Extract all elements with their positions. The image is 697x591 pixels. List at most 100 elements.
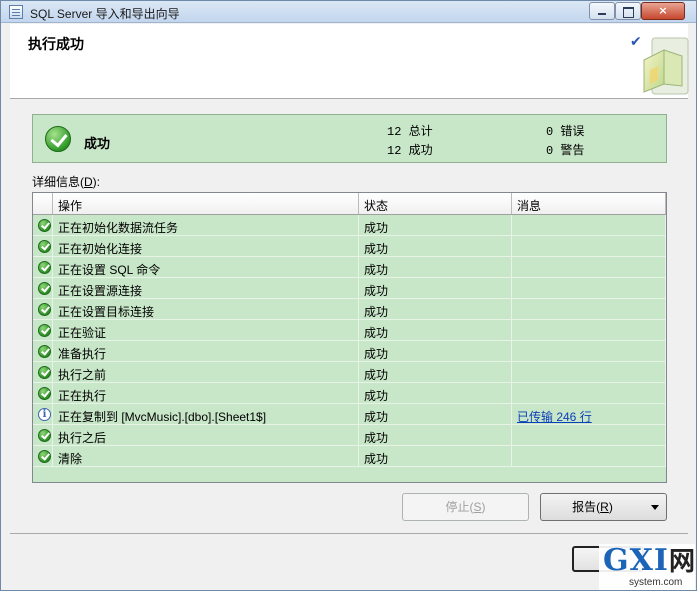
table-row[interactable]: 正在设置目标连接 成功: [33, 299, 666, 320]
row-icon-cell: [33, 446, 53, 467]
row-action: 正在初始化连接: [53, 236, 359, 257]
row-icon-cell: [33, 341, 53, 362]
success-icon: [38, 450, 51, 463]
row-status: 成功: [359, 425, 512, 446]
row-action: 正在执行: [53, 383, 359, 404]
footer-divider: [10, 533, 688, 534]
column-header-message[interactable]: 消息: [512, 193, 666, 214]
row-message: [512, 299, 666, 320]
row-status: 成功: [359, 341, 512, 362]
row-action: 正在设置源连接: [53, 278, 359, 299]
row-status: 成功: [359, 215, 512, 236]
row-action: 正在初始化数据流任务: [53, 215, 359, 236]
page-title: 执行成功: [28, 36, 84, 52]
error-count: 0 错误: [546, 125, 585, 139]
details-label: 详细信息(D):: [32, 175, 101, 189]
column-header-status[interactable]: 状态: [359, 193, 512, 214]
success-icon: [38, 240, 51, 253]
row-icon-cell: [33, 425, 53, 446]
success-icon: [38, 366, 51, 379]
row-icon-cell: [33, 362, 53, 383]
success-icon: [38, 261, 51, 274]
row-status: 成功: [359, 362, 512, 383]
table-row[interactable]: 清除 成功: [33, 446, 666, 467]
success-icon: [38, 303, 51, 316]
table-row[interactable]: i 正在复制到 [MvcMusic].[dbo].[Sheet1$] 成功 已传输 2…: [33, 404, 666, 425]
title-bar[interactable]: SQL Server 导入和导出向导 ×: [1, 1, 696, 23]
row-action: 正在设置目标连接: [53, 299, 359, 320]
row-icon-cell: i: [33, 404, 53, 425]
row-message: [512, 215, 666, 236]
row-message: [512, 257, 666, 278]
watermark-text: GXI网: [603, 543, 696, 578]
app-icon: [9, 5, 23, 19]
summary-status: 成功: [84, 136, 111, 151]
row-message: [512, 425, 666, 446]
success-large-icon: [45, 126, 71, 152]
row-message: [512, 320, 666, 341]
row-status: 成功: [359, 383, 512, 404]
table-row[interactable]: 正在设置源连接 成功: [33, 278, 666, 299]
summary-panel: 成功 12 总计 12 成功 0 错误 0 警告: [32, 114, 667, 163]
total-count: 12 总计: [387, 125, 433, 139]
dropdown-arrow-icon: [651, 505, 659, 510]
row-status: 成功: [359, 278, 512, 299]
row-action: 正在复制到 [MvcMusic].[dbo].[Sheet1$]: [53, 404, 359, 425]
row-message: [512, 362, 666, 383]
wizard-graphic-icon: [643, 37, 689, 95]
row-message: [512, 446, 666, 467]
table-row[interactable]: 执行之前 成功: [33, 362, 666, 383]
row-icon-cell: [33, 215, 53, 236]
table-row[interactable]: 正在执行 成功: [33, 383, 666, 404]
table-row[interactable]: 正在验证 成功: [33, 320, 666, 341]
success-icon: [38, 219, 51, 232]
wizard-header: 执行成功 ✔: [10, 24, 689, 99]
table-header: 操作 状态 消息: [33, 193, 666, 215]
success-count: 12 成功: [387, 144, 433, 158]
report-dropdown-button[interactable]: 报告(R): [540, 493, 667, 521]
maximize-button[interactable]: [615, 2, 641, 20]
warning-count: 0 警告: [546, 144, 585, 158]
row-status: 成功: [359, 446, 512, 467]
stop-button[interactable]: 停止(S): [402, 493, 529, 521]
success-icon: [38, 324, 51, 337]
table-row[interactable]: 执行之后 成功: [33, 425, 666, 446]
row-icon-cell: [33, 320, 53, 341]
row-status: 成功: [359, 257, 512, 278]
table-row[interactable]: 正在初始化连接 成功: [33, 236, 666, 257]
watermark-subtext: system.com: [629, 577, 683, 588]
row-message: [512, 236, 666, 257]
row-message: [512, 278, 666, 299]
row-message: [512, 383, 666, 404]
row-message[interactable]: 已传输 246 行: [512, 404, 666, 425]
maximize-icon: [616, 4, 640, 18]
row-action: 正在设置 SQL 命令: [53, 257, 359, 278]
row-action: 清除: [53, 446, 359, 467]
row-icon-cell: [33, 383, 53, 404]
close-icon: ×: [658, 4, 668, 17]
row-icon-cell: [33, 299, 53, 320]
close-window-button[interactable]: ×: [641, 2, 685, 20]
row-status: 成功: [359, 236, 512, 257]
minimize-icon: [590, 4, 614, 15]
rows-transferred-link[interactable]: 已传输 246 行: [517, 410, 592, 424]
success-icon: [38, 429, 51, 442]
table-row[interactable]: 准备执行 成功: [33, 341, 666, 362]
success-icon: [38, 387, 51, 400]
table-row[interactable]: 正在设置 SQL 命令 成功: [33, 257, 666, 278]
column-header-action[interactable]: 操作: [53, 193, 359, 214]
wizard-window: SQL Server 导入和导出向导 × 执行成功 ✔ 成功 12 总计 12 …: [0, 0, 697, 591]
minimize-button[interactable]: [589, 2, 615, 20]
row-message: [512, 341, 666, 362]
table-row[interactable]: 正在初始化数据流任务 成功: [33, 215, 666, 236]
row-action: 准备执行: [53, 341, 359, 362]
row-icon-cell: [33, 257, 53, 278]
watermark-logo: GXI网 system.com: [599, 544, 695, 590]
row-status: 成功: [359, 320, 512, 341]
icon-column-header[interactable]: [33, 193, 53, 214]
success-icon: [38, 282, 51, 295]
row-action: 正在验证: [53, 320, 359, 341]
window-title: SQL Server 导入和导出向导: [30, 7, 180, 21]
row-icon-cell: [33, 236, 53, 257]
details-table[interactable]: 操作 状态 消息 正在初始化数据流任务 成功 正在初始化连接 成功 正在设置 SQL 命…: [32, 192, 667, 483]
